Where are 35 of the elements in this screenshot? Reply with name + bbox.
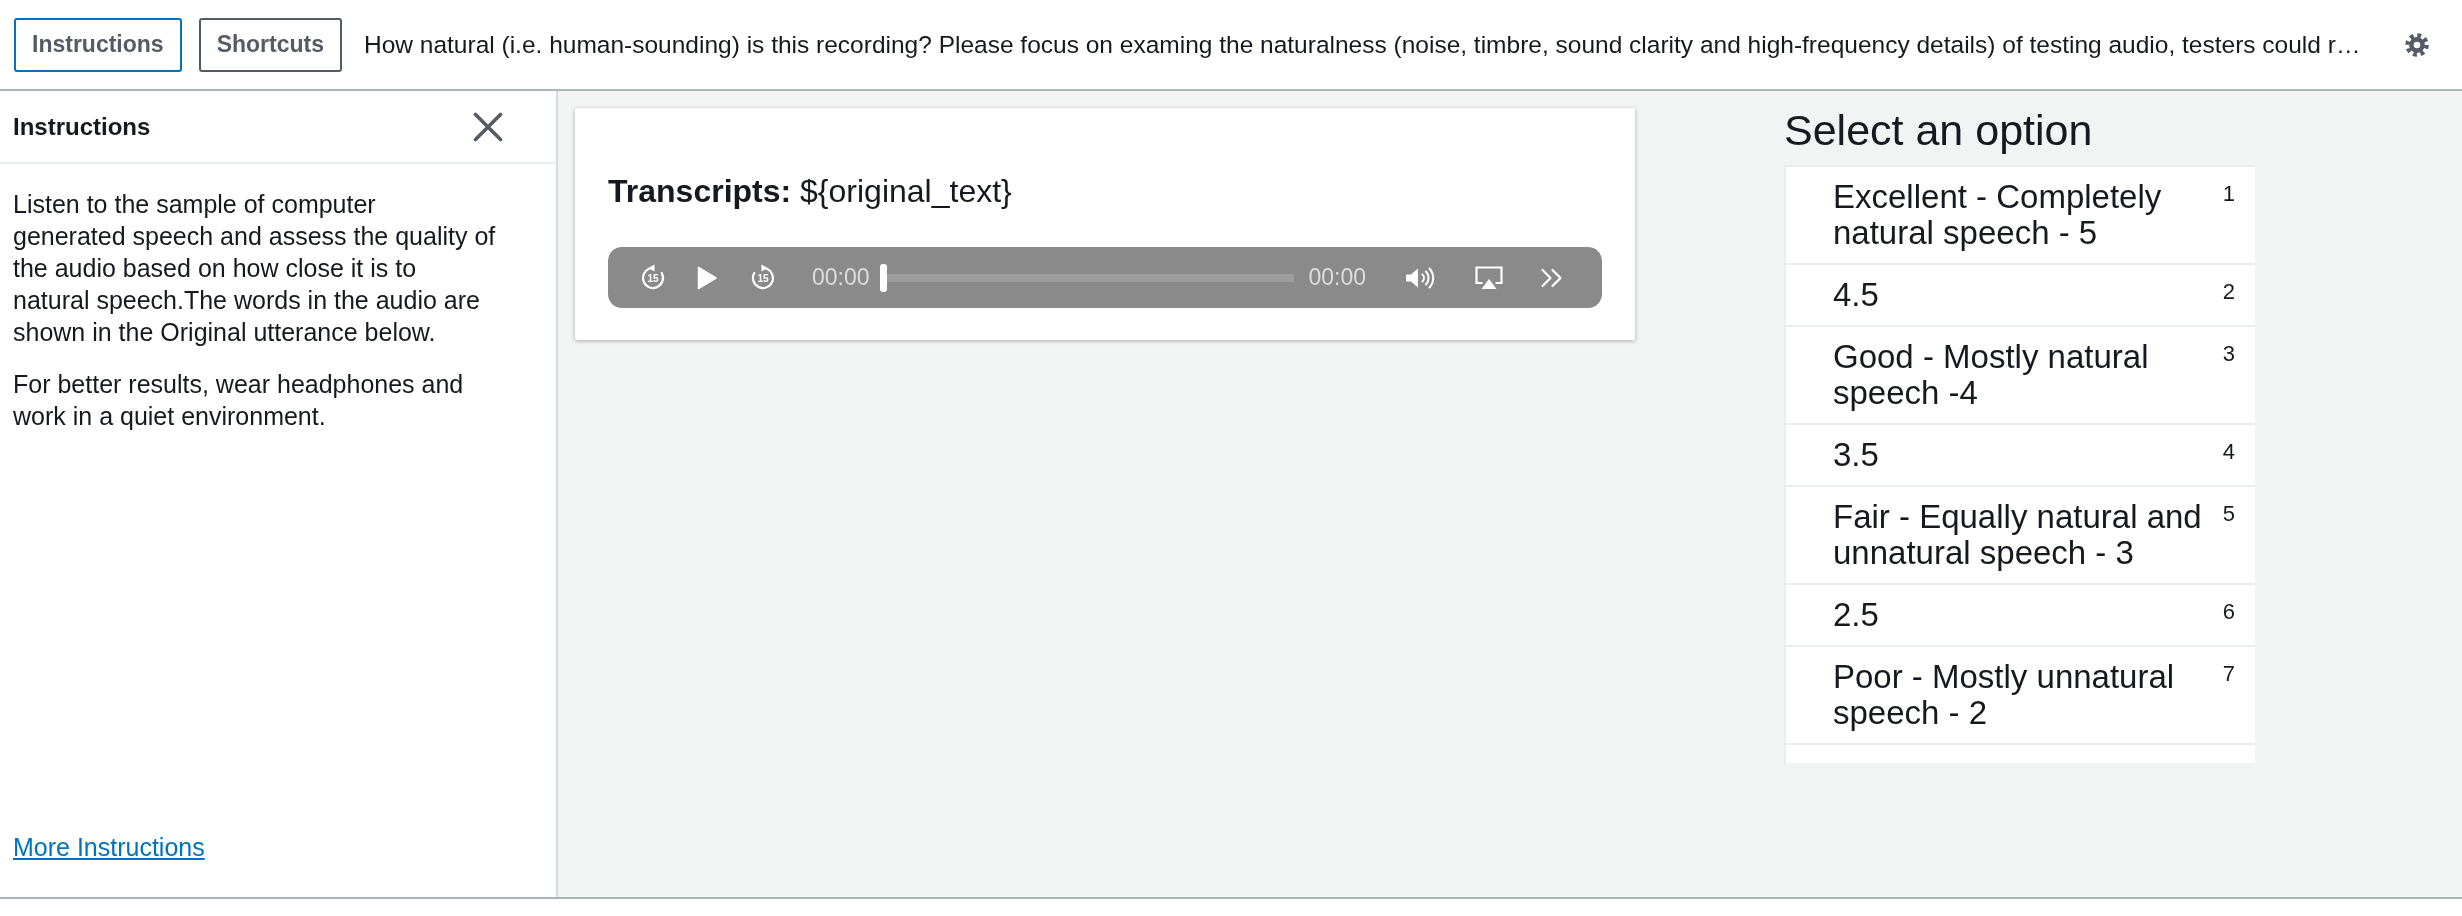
option-item[interactable]: 2.5 6 (1786, 585, 2255, 647)
option-item[interactable]: 3.5 4 (1786, 425, 2255, 487)
play-icon[interactable] (697, 265, 717, 290)
option-item[interactable]: Excellent - Completely natural speech - 5 1 (1786, 167, 2255, 265)
instructions-button[interactable]: Instructions (14, 17, 182, 72)
option-item[interactable]: Good - Mostly natural speech -4 3 (1786, 327, 2255, 425)
option-item[interactable]: 4.5 2 (1786, 265, 2255, 327)
current-time: 00:00 (812, 264, 870, 291)
double-chevron-icon[interactable] (1540, 267, 1564, 288)
option-item[interactable]: Fair - Equally natural and unnatural speech - 3 5 (1786, 487, 2255, 585)
circular-arrow-icon (639, 263, 667, 292)
shortcut-number: 6 (2222, 599, 2235, 625)
cast-icon[interactable] (1474, 265, 1504, 290)
shortcut-number: 1 (2222, 181, 2235, 207)
option-item[interactable]: Poor - Mostly unnatural speech - 2 7 (1786, 647, 2255, 745)
more-instructions-link[interactable]: More Instructions (13, 831, 205, 863)
shortcut-number: 7 (2222, 661, 2235, 687)
settings-icon[interactable] (2405, 32, 2429, 57)
instruction-paragraph: Listen to the sample of computer generated speech and assess the quality of the audio based on how close it is to natural speech.The words in the audio are shown in the Original utterance below. (13, 189, 497, 348)
close-icon (473, 111, 503, 142)
shortcut-number: 2 (2222, 279, 2235, 305)
shortcuts-button[interactable]: Shortcuts (198, 17, 342, 72)
panel-title: Instructions (13, 112, 151, 141)
shortcut-number: 4 (2222, 439, 2235, 465)
close-button[interactable] (473, 111, 503, 142)
question-text: How natural (i.e. human-sounding) is this recording? Please focus on examing the naturalness (noise, timbre, sound clarity and high-frequency details) of testing audio, testers could r… (363, 30, 2362, 59)
volume-icon[interactable] (1404, 264, 1436, 291)
options-title: Select an option (1784, 108, 2094, 152)
shortcut-number: 5 (2222, 501, 2235, 527)
instruction-paragraph: For better results, wear headphones and work in a quiet environment. (13, 369, 465, 432)
circular-arrow-icon (749, 263, 777, 292)
seek-thumb[interactable] (879, 263, 887, 292)
duration-time: 00:00 (1308, 264, 1366, 291)
shortcut-number: 3 (2222, 341, 2235, 367)
transcript-text: Transcripts: ${original_text} (608, 173, 1013, 209)
